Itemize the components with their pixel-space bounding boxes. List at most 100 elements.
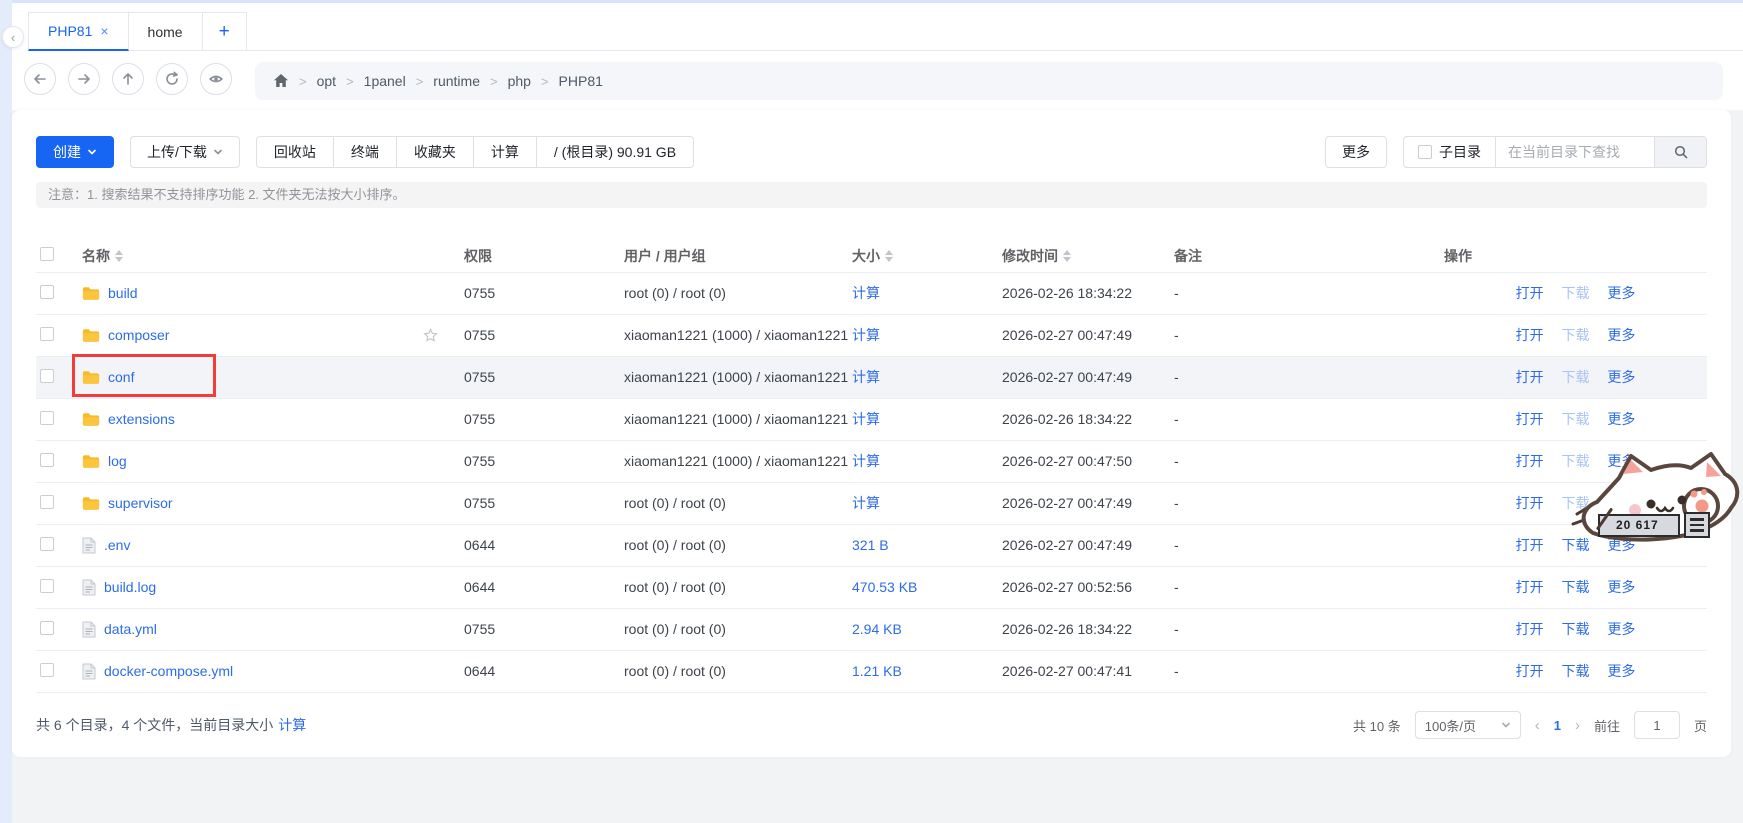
goto-page-input[interactable] <box>1633 711 1680 739</box>
page-size-select[interactable]: 100条/页 <box>1414 711 1521 739</box>
tab-php81[interactable]: PHP81 × <box>28 12 129 51</box>
size-link[interactable]: 计算 <box>852 495 880 511</box>
prev-page-button[interactable]: ‹ <box>1535 717 1540 734</box>
size-link[interactable]: 计算 <box>852 411 880 427</box>
forward-button[interactable] <box>68 63 100 95</box>
row-checkbox[interactable] <box>40 662 54 677</box>
sort-caret-icon[interactable] <box>885 249 893 262</box>
favorite-star-icon[interactable] <box>423 327 438 343</box>
action-download[interactable]: 下载 <box>1562 411 1590 427</box>
sidebar-collapse-button[interactable]: ‹ <box>2 26 24 48</box>
action-open[interactable]: 打开 <box>1516 663 1544 679</box>
next-page-button[interactable]: › <box>1575 717 1580 734</box>
root-disk-usage-button[interactable]: / (根目录) 90.91 GB <box>535 137 694 167</box>
column-header-size[interactable]: 大小 <box>852 246 998 266</box>
size-link[interactable]: 计算 <box>852 285 880 301</box>
file-name-link[interactable]: build.log <box>104 579 156 595</box>
file-name-link[interactable]: extensions <box>108 411 175 427</box>
action-open[interactable]: 打开 <box>1516 285 1544 301</box>
file-name-link[interactable]: .env <box>104 537 130 553</box>
size-link[interactable]: 321 B <box>852 537 889 553</box>
row-checkbox[interactable] <box>40 620 54 635</box>
action-more[interactable]: 更多 <box>1607 327 1635 343</box>
refresh-button[interactable] <box>156 63 188 95</box>
breadcrumb-item[interactable]: runtime <box>433 73 480 89</box>
action-more[interactable]: 更多 <box>1607 663 1635 679</box>
size-link[interactable]: 1.21 KB <box>852 663 902 679</box>
action-more[interactable]: 更多 <box>1607 411 1635 427</box>
action-more[interactable]: 更多 <box>1607 579 1635 595</box>
recycle-bin-button[interactable]: 回收站 <box>256 137 333 167</box>
size-link[interactable]: 计算 <box>852 453 880 469</box>
table-row[interactable]: log 0755 xiaoman1221 (1000) / xiaoman122… <box>36 440 1707 483</box>
file-name-link[interactable]: docker-compose.yml <box>104 663 233 679</box>
action-open[interactable]: 打开 <box>1516 327 1544 343</box>
table-row[interactable]: build 0755 root (0) / root (0) 计算 2026-0… <box>36 272 1707 315</box>
action-open[interactable]: 打开 <box>1516 411 1544 427</box>
size-link[interactable]: 2.94 KB <box>852 621 902 637</box>
file-name-link[interactable]: build <box>108 285 138 301</box>
action-download[interactable]: 下载 <box>1562 579 1590 595</box>
create-button[interactable]: 创建 <box>36 136 114 168</box>
file-name-link[interactable]: supervisor <box>108 495 173 511</box>
table-row[interactable]: .env 0644 root (0) / root (0) 321 B 2026… <box>36 524 1707 567</box>
table-row[interactable]: extensions 0755 xiaoman1221 (1000) / xia… <box>36 398 1707 441</box>
action-more[interactable]: 更多 <box>1607 285 1635 301</box>
calculate-button[interactable]: 计算 <box>472 137 536 167</box>
search-button[interactable] <box>1654 137 1706 167</box>
row-checkbox[interactable] <box>40 494 54 509</box>
action-open[interactable]: 打开 <box>1516 537 1544 553</box>
sort-caret-icon[interactable] <box>115 249 123 262</box>
preview-button[interactable] <box>200 63 232 95</box>
file-name-link[interactable]: log <box>108 453 127 469</box>
breadcrumb-item[interactable]: php <box>508 73 531 89</box>
action-more[interactable]: 更多 <box>1607 621 1635 637</box>
action-download[interactable]: 下载 <box>1562 369 1590 385</box>
action-open[interactable]: 打开 <box>1516 369 1544 385</box>
action-download[interactable]: 下载 <box>1562 327 1590 343</box>
search-input[interactable] <box>1496 137 1654 167</box>
breadcrumb-item[interactable]: opt <box>317 73 336 89</box>
row-checkbox[interactable] <box>40 284 54 299</box>
size-link[interactable]: 计算 <box>852 369 880 385</box>
action-download[interactable]: 下载 <box>1562 285 1590 301</box>
action-download[interactable]: 下载 <box>1562 621 1590 637</box>
table-row[interactable]: composer 0755 xiaoman1221 (1000) / xiaom… <box>36 314 1707 357</box>
row-checkbox[interactable] <box>40 410 54 425</box>
back-button[interactable] <box>24 63 56 95</box>
favorites-button[interactable]: 收藏夹 <box>395 137 473 167</box>
row-checkbox[interactable] <box>40 452 54 467</box>
row-checkbox[interactable] <box>40 326 54 341</box>
table-row[interactable]: docker-compose.yml 0644 root (0) / root … <box>36 650 1707 693</box>
row-checkbox[interactable] <box>40 368 54 383</box>
table-row[interactable]: data.yml 0755 root (0) / root (0) 2.94 K… <box>36 608 1707 651</box>
breadcrumb-item[interactable]: PHP81 <box>559 73 603 89</box>
sort-caret-icon[interactable] <box>1063 249 1071 262</box>
subdirectory-checkbox[interactable] <box>1418 145 1432 159</box>
table-row[interactable]: supervisor 0755 root (0) / root (0) 计算 2… <box>36 482 1707 525</box>
action-open[interactable]: 打开 <box>1516 495 1544 511</box>
row-checkbox[interactable] <box>40 536 54 551</box>
column-header-mtime[interactable]: 修改时间 <box>1002 246 1170 266</box>
select-all-checkbox[interactable] <box>40 247 54 262</box>
upload-download-button[interactable]: 上传/下载 <box>130 136 240 168</box>
new-tab-button[interactable]: + <box>202 12 247 51</box>
more-button[interactable]: 更多 <box>1325 136 1387 168</box>
page-number-1[interactable]: 1 <box>1554 718 1561 733</box>
action-open[interactable]: 打开 <box>1516 453 1544 469</box>
action-open[interactable]: 打开 <box>1516 579 1544 595</box>
action-more[interactable]: 更多 <box>1607 369 1635 385</box>
widget-menu-button[interactable] <box>1684 512 1710 538</box>
breadcrumb-item[interactable]: 1panel <box>364 73 406 89</box>
calculate-size-link[interactable]: 计算 <box>278 715 306 735</box>
close-icon[interactable]: × <box>100 23 108 39</box>
file-name-link[interactable]: data.yml <box>104 621 157 637</box>
home-icon[interactable] <box>273 73 289 89</box>
table-row[interactable]: conf 0755 xiaoman1221 (1000) / xiaoman12… <box>36 356 1707 399</box>
terminal-button[interactable]: 终端 <box>332 137 396 167</box>
subdirectory-toggle[interactable]: 子目录 <box>1404 137 1496 167</box>
column-header-name[interactable]: 名称 <box>82 246 460 266</box>
size-link[interactable]: 470.53 KB <box>852 579 917 595</box>
action-download[interactable]: 下载 <box>1562 663 1590 679</box>
action-open[interactable]: 打开 <box>1516 621 1544 637</box>
